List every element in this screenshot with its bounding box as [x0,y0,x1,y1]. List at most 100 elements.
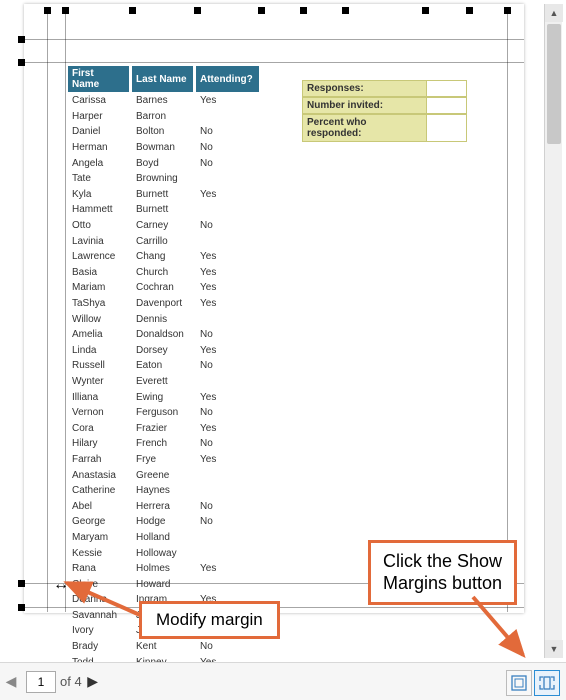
table-row: HarperBarron [68,110,260,124]
table-cell [196,234,260,248]
table-cell [196,531,260,545]
table-cell: Mariam [68,281,130,295]
table-cell: Kessie [68,546,130,560]
margin-line-top-inner [24,62,524,63]
table-cell: Howard [132,577,194,591]
table-row: AngelaBoydNo [68,156,260,170]
margin-line-left-outer [47,14,48,612]
scroll-down-button[interactable]: ▼ [545,640,563,658]
table-cell: Yes [196,266,260,280]
table-row: WynterEverett [68,375,260,389]
table-cell: No [196,437,260,451]
table-cell: Kyla [68,188,130,202]
table-row: MaryamHolland [68,531,260,545]
table-row: MariamCochranYes [68,281,260,295]
percent-value [427,114,467,142]
table-cell: Yes [196,188,260,202]
table-row: KessieHolloway [68,546,260,560]
table-cell [196,577,260,591]
table-cell: Cora [68,421,130,435]
table-cell: Kent [132,640,194,654]
callout-show-margins: Click the Show Margins button [368,540,517,605]
page-of-label: of 4 [60,674,82,689]
table-row: VernonFergusonNo [68,406,260,420]
col-last-name: Last Name [132,66,194,92]
table-cell: Russell [68,359,130,373]
next-page-button[interactable]: ▶ [83,672,103,692]
table-row: CoraFrazierYes [68,421,260,435]
table-cell: Yes [196,390,260,404]
page-number-input[interactable]: 1 [26,671,56,693]
table-cell [196,172,260,186]
table-cell: Yes [196,94,260,108]
table-row: AnastasiaGreene [68,468,260,482]
column-handle-2[interactable] [194,7,201,14]
table-cell: Barnes [132,94,194,108]
table-cell: Willow [68,312,130,326]
table-row: AmeliaDonaldsonNo [68,328,260,342]
scroll-thumb[interactable] [547,24,561,144]
table-cell [196,468,260,482]
column-handle-4[interactable] [300,7,307,14]
table-row: HermanBowmanNo [68,141,260,155]
table-cell: Harper [68,110,130,124]
table-cell: Yes [196,421,260,435]
table-row: RanaHolmesYes [68,562,260,576]
table-row: WillowDennis [68,312,260,326]
table-cell: Everett [132,375,194,389]
show-margins-button[interactable] [506,670,532,696]
table-header-row: First Name Last Name Attending? [68,66,260,92]
table-cell: Savannah [68,609,130,623]
margins-icon [510,674,528,692]
table-cell: Ferguson [132,406,194,420]
table-cell: TaShya [68,297,130,311]
table-cell: No [196,406,260,420]
margin-handle-top-3[interactable] [466,7,473,14]
column-handle-3[interactable] [258,7,265,14]
table-cell: Carrillo [132,234,194,248]
table-cell: Farrah [68,453,130,467]
column-handle-6[interactable] [422,7,429,14]
table-cell: No [196,328,260,342]
table-cell: Deanna [68,593,130,607]
zoom-page-icon [538,674,556,692]
table-cell: Yes [196,562,260,576]
table-cell: Donaldson [132,328,194,342]
table-cell: Yes [196,453,260,467]
margin-handle-top-4[interactable] [504,7,511,14]
vertical-scrollbar[interactable]: ▲ ▼ [544,4,562,658]
table-cell: No [196,640,260,654]
table-cell: French [132,437,194,451]
scroll-up-button[interactable]: ▲ [545,4,563,22]
margin-line-right-outer [507,14,508,612]
zoom-to-page-button[interactable] [534,670,560,696]
column-handle-1[interactable] [129,7,136,14]
preview-footer: ◀ 1 of 4 ▶ [0,662,566,700]
prev-page-button[interactable]: ◀ [1,672,21,692]
table-cell: No [196,156,260,170]
table-row: RussellEatonNo [68,359,260,373]
table-cell: Church [132,266,194,280]
margin-handle-top-1[interactable] [44,7,51,14]
table-cell: Tate [68,172,130,186]
margin-handle-top-2[interactable] [62,7,69,14]
table-cell: Boyd [132,156,194,170]
table-cell: No [196,141,260,155]
table-cell [196,375,260,389]
table-row: BradyKentNo [68,640,260,654]
callout-modify-margin: Modify margin [139,601,280,639]
table-row: LindaDorseyYes [68,344,260,358]
table-cell: George [68,515,130,529]
table-cell: Herman [68,141,130,155]
table-cell: Angela [68,156,130,170]
table-cell: Browning [132,172,194,186]
table-cell: Ivory [68,624,130,638]
table-cell: Lavinia [68,234,130,248]
table-cell: Bowman [132,141,194,155]
table-cell: Frye [132,453,194,467]
responses-value [427,80,467,97]
table-cell: Amelia [68,328,130,342]
table-cell: Hilary [68,437,130,451]
column-handle-5[interactable] [342,7,349,14]
responses-label: Responses: [302,80,427,97]
